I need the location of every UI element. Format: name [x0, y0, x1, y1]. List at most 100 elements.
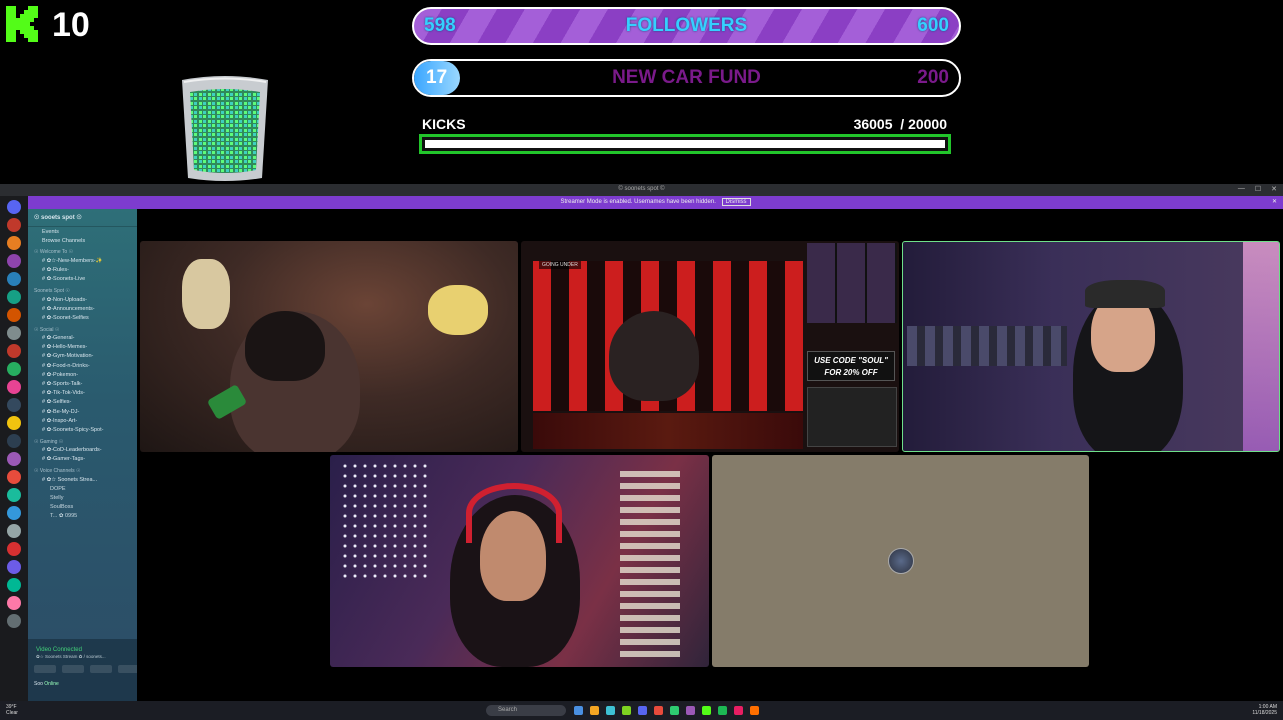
taskbar-app-icon[interactable]	[718, 706, 727, 715]
channel-item[interactable]: # ✿-Soonet-Selfies	[28, 313, 137, 322]
side-panel	[807, 387, 897, 447]
kicks-progress-bar	[419, 134, 951, 154]
stream-screen: 10 598 FOLLOWERS 600 17 NEW CAR FUND 200…	[0, 0, 1283, 720]
taskbar-search[interactable]: Search	[486, 705, 566, 716]
server-icon[interactable]	[7, 272, 21, 286]
server-icon[interactable]	[7, 254, 21, 268]
channel-category[interactable]: Soonets Spot ☉	[28, 284, 137, 295]
activities-button[interactable]	[90, 665, 112, 673]
channel-item[interactable]: # ✿-Soonets-Spicy-Spot-	[28, 425, 137, 434]
taskbar-app-icon[interactable]	[702, 706, 711, 715]
channel-category[interactable]: ☉ Voice Channels ☉	[28, 464, 137, 475]
maximize-icon[interactable]: ☐	[1255, 185, 1261, 193]
channel-item[interactable]: # ✿-Inspo-Art-	[28, 416, 137, 425]
server-icon[interactable]	[7, 416, 21, 430]
screen-share-button[interactable]	[62, 665, 84, 673]
channel-item[interactable]: # ✿-Food-n-Drinks-	[28, 361, 137, 370]
channel-item[interactable]: # ✿-Sports-Talk-	[28, 379, 137, 388]
channel-item[interactable]: # ✿-Selfies-	[28, 398, 137, 407]
channel-item[interactable]: # ✿-Be-My-DJ-	[28, 407, 137, 416]
voice-user[interactable]: Stelly	[28, 493, 137, 502]
server-icon[interactable]	[7, 326, 21, 340]
neon-light	[1243, 242, 1279, 451]
video-tile-4[interactable]	[330, 455, 709, 667]
kicks-target: 20000	[908, 116, 947, 132]
channel-item[interactable]: # ✿-Rules-	[28, 266, 137, 275]
channel-item[interactable]: # ✿-Gamer-Tags-	[28, 455, 137, 464]
taskbar-app-icon[interactable]	[606, 706, 615, 715]
server-icon[interactable]	[7, 218, 21, 232]
channel-category[interactable]: ☉ Social ☉	[28, 323, 137, 334]
duck-figure	[182, 259, 230, 329]
channel-item[interactable]: # ✿-Hello-Memes-	[28, 343, 137, 352]
camera-button[interactable]	[34, 665, 56, 673]
channel-item[interactable]: # ✿-Gym-Motivation-	[28, 352, 137, 361]
channel-item[interactable]: # ✿-General-	[28, 334, 137, 343]
voice-user[interactable]: DOPE	[28, 484, 137, 493]
close-icon[interactable]: ✕	[1271, 185, 1277, 193]
channel-item[interactable]: # ✿-Non-Uploads-	[28, 295, 137, 304]
channel-item[interactable]: # ✿-Pokemon-	[28, 370, 137, 379]
channel-category[interactable]: ☉ Welcome To ☉	[28, 245, 137, 256]
channel-category[interactable]: ☉ Gaming ☉	[28, 435, 137, 446]
server-icon[interactable]	[7, 362, 21, 376]
car-fund-goal-bar: 17 NEW CAR FUND 200	[412, 59, 961, 97]
streamer-2-figure	[609, 311, 699, 401]
server-icon[interactable]	[7, 398, 21, 412]
top-item[interactable]: Events	[28, 227, 137, 236]
voice-user[interactable]: SoulBoss	[28, 502, 137, 511]
channel-item[interactable]: # ✿☆-New-Members-✨	[28, 256, 137, 265]
server-icon[interactable]	[7, 290, 21, 304]
server-icon[interactable]	[7, 200, 21, 214]
followers-title: FOLLOWERS	[625, 15, 748, 36]
taskbar-app-icon[interactable]	[734, 706, 743, 715]
server-icon[interactable]	[7, 614, 21, 628]
server-icon[interactable]	[7, 596, 21, 610]
banner-dismiss-button[interactable]: Dismiss	[721, 198, 751, 206]
server-icon[interactable]	[7, 452, 21, 466]
tip-jar-icon	[182, 76, 268, 181]
weather-widget[interactable]: 39°F Clear	[6, 704, 18, 716]
kick-count: 10	[52, 6, 90, 44]
minimize-icon[interactable]: —	[1238, 185, 1245, 193]
taskbar-app-icon[interactable]	[638, 706, 647, 715]
server-icon[interactable]	[7, 542, 21, 556]
banner-close-icon[interactable]: ✕	[1272, 196, 1277, 209]
kicks-value: 36005 / 20000	[854, 116, 947, 132]
channel-item[interactable]: # ✿-Tik-Tok-Vids-	[28, 389, 137, 398]
server-icon[interactable]	[7, 308, 21, 322]
server-icon[interactable]	[7, 344, 21, 358]
server-icon[interactable]	[7, 560, 21, 574]
channel-item[interactable]: # ✿-CoD-Leaderboards-	[28, 446, 137, 455]
user-name[interactable]: Soo	[34, 681, 43, 687]
taskbar-app-icon[interactable]	[590, 706, 599, 715]
video-tile-3[interactable]	[902, 241, 1280, 452]
video-tile-1[interactable]	[140, 241, 518, 452]
server-icon[interactable]	[7, 470, 21, 484]
user-avatar	[888, 548, 914, 574]
taskbar-app-icon[interactable]	[654, 706, 663, 715]
thumbnail-grid	[807, 243, 897, 323]
server-icon[interactable]	[7, 578, 21, 592]
server-icon[interactable]	[7, 506, 21, 520]
taskbar-app-icon[interactable]	[750, 706, 759, 715]
taskbar-app-icon[interactable]	[622, 706, 631, 715]
video-tile-5[interactable]	[712, 455, 1089, 667]
taskbar-app-icon[interactable]	[574, 706, 583, 715]
server-icon[interactable]	[7, 524, 21, 538]
taskbar-clock[interactable]: 1:00 AM 11/18/2025	[1252, 704, 1277, 716]
voice-user[interactable]: T... ✿ 0995	[28, 511, 137, 520]
taskbar-app-icon[interactable]	[686, 706, 695, 715]
taskbar-app-icon[interactable]	[670, 706, 679, 715]
server-icon[interactable]	[7, 488, 21, 502]
channel-item[interactable]: # ✿☆ Soonets Strea...	[28, 475, 137, 484]
top-item[interactable]: Browse Channels	[28, 236, 137, 245]
weather-desc: Clear	[6, 710, 18, 716]
server-icon[interactable]	[7, 236, 21, 250]
video-tile-2[interactable]: GOING UNDER USE CODE "SOUL" FOR 20% OFF	[521, 241, 899, 452]
channel-item[interactable]: # ✿-Announcements-	[28, 304, 137, 313]
server-icon[interactable]	[7, 380, 21, 394]
channel-item[interactable]: # ✿-Soonets-Live	[28, 275, 137, 284]
server-icon[interactable]	[7, 434, 21, 448]
server-name[interactable]: ☉ sooets spot ☉	[28, 209, 137, 227]
